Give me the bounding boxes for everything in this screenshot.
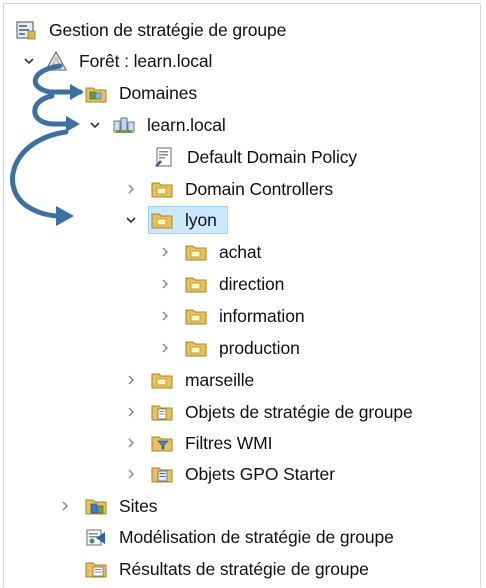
- chevron-right-icon[interactable]: [158, 309, 172, 323]
- tree-node-gpo-objects[interactable]: Objets de stratégie de groupe: [124, 397, 416, 427]
- chevron-right-icon[interactable]: [124, 373, 138, 387]
- tree-node-starter-gpos[interactable]: Objets GPO Starter: [124, 459, 338, 489]
- tree-node-sites[interactable]: Sites: [58, 491, 160, 521]
- ou-folder-icon: [184, 272, 208, 296]
- tree-node-production[interactable]: production: [158, 333, 303, 363]
- tree-node-label: direction: [219, 273, 285, 294]
- tree-node-label: Filtres WMI: [185, 432, 273, 453]
- chevron-right-icon[interactable]: [124, 436, 138, 450]
- tree-node-marseille[interactable]: marseille: [124, 365, 257, 395]
- chevron-right-icon[interactable]: [124, 467, 138, 481]
- tree-node-lyon[interactable]: lyon: [124, 205, 220, 235]
- tree-node-label: Domaines: [119, 82, 197, 103]
- tree-node-label: Default Domain Policy: [187, 146, 358, 167]
- tree-node-label: Sites: [119, 495, 158, 516]
- tree-node-label: lyon: [185, 209, 217, 230]
- forest-icon: [44, 49, 68, 73]
- tree-node-label: Objets de stratégie de groupe: [185, 401, 413, 422]
- results-icon: [84, 557, 108, 581]
- tree-node-label: Domain Controllers: [185, 178, 333, 199]
- ou-folder-icon: [184, 240, 208, 264]
- wmi-filter-icon: [150, 431, 174, 455]
- tree-node-domain-controllers[interactable]: Domain Controllers: [124, 174, 336, 204]
- tree-node-information[interactable]: information: [158, 301, 307, 331]
- tree-node-domain-learn-local[interactable]: learn.local: [88, 110, 229, 140]
- gpo-link-icon: [152, 145, 176, 169]
- chevron-right-icon[interactable]: [124, 182, 138, 196]
- tree-node-forest[interactable]: Forêt : learn.local: [22, 46, 215, 76]
- tree-node-wmi-filters[interactable]: Filtres WMI: [124, 428, 275, 458]
- tree-node-gp-results[interactable]: Résultats de stratégie de groupe: [84, 554, 372, 584]
- tree-node-label: Gestion de stratégie de groupe: [49, 19, 287, 40]
- gpo-container-icon: [150, 400, 174, 424]
- chevron-right-icon[interactable]: [158, 245, 172, 259]
- chevron-right-icon[interactable]: [124, 405, 138, 419]
- tree-node-default-domain-policy[interactable]: Default Domain Policy: [152, 142, 360, 172]
- tree-node-label: Forêt : learn.local: [79, 50, 213, 71]
- starter-gpo-icon: [150, 462, 174, 486]
- chevron-down-icon[interactable]: [22, 54, 36, 68]
- tree-node-label: achat: [219, 241, 262, 262]
- tree-node-label: learn.local: [147, 114, 226, 135]
- gpmc-console-icon: [14, 18, 38, 42]
- chevron-down-icon[interactable]: [88, 118, 102, 132]
- tree-node-domains[interactable]: Domaines: [84, 78, 200, 108]
- domains-folder-icon: [84, 81, 108, 105]
- tree-node-label: information: [219, 305, 305, 326]
- ou-folder-icon: [150, 368, 174, 392]
- tree-node-label: Résultats de stratégie de groupe: [119, 558, 369, 579]
- tree-node-label: Objets GPO Starter: [185, 463, 335, 484]
- tree-node-label: Modélisation de stratégie de groupe: [119, 526, 394, 547]
- tree-node-label: marseille: [185, 369, 255, 390]
- chevron-right-icon[interactable]: [58, 499, 72, 513]
- tree-node-achat[interactable]: achat: [158, 237, 264, 267]
- chevron-down-icon[interactable]: [124, 213, 138, 227]
- ou-folder-icon: [184, 304, 208, 328]
- ou-folder-icon: [150, 208, 174, 232]
- tree-node-root[interactable]: Gestion de stratégie de groupe: [14, 15, 289, 45]
- tree-node-direction[interactable]: direction: [158, 269, 287, 299]
- tree-node-gp-modeling[interactable]: Modélisation de stratégie de groupe: [84, 522, 397, 552]
- modeling-icon: [84, 525, 108, 549]
- ou-folder-icon: [184, 336, 208, 360]
- chevron-right-icon[interactable]: [158, 277, 172, 291]
- sites-icon: [84, 494, 108, 518]
- tree-node-label: production: [219, 337, 300, 358]
- chevron-right-icon[interactable]: [158, 341, 172, 355]
- ou-folder-icon: [150, 177, 174, 201]
- domain-icon: [112, 113, 136, 137]
